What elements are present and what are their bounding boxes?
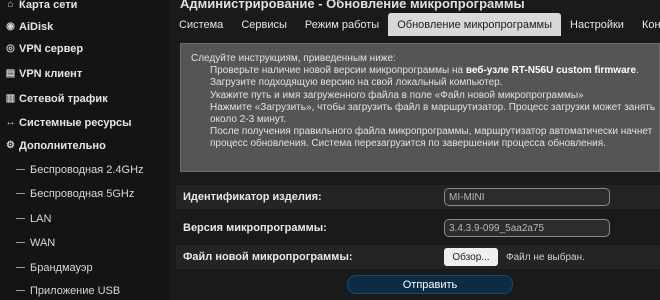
firmware-version-label: Версия микропрограммы: xyxy=(183,222,327,234)
product-id-row: Идентификатор изделия: MI-MINI xyxy=(176,185,660,209)
traffic-icon: ▥ xyxy=(5,93,16,104)
browse-button[interactable]: Обзор... xyxy=(444,248,498,266)
instruction-step: Загрузите подходящую версию на свой лока… xyxy=(210,77,503,89)
instruction-step: Проверьте наличие новой версии микропрог… xyxy=(191,65,649,77)
tab-settings[interactable]: Настройки xyxy=(561,13,633,36)
product-id-label: Идентификатор изделия: xyxy=(183,191,322,203)
page-title: Администрирование - Обновление микропрог… xyxy=(180,0,525,11)
sidebar-subitem-label: Брандмауэр xyxy=(30,261,93,274)
tab-bar: Система Сервисы Режим работы Обновление … xyxy=(170,13,660,36)
instruction-step-continued: процесс обновления. Система перезагрузит… xyxy=(210,138,606,150)
sidebar-item-label: VPN клиент xyxy=(19,67,83,80)
sidebar-item-advanced[interactable]: ⚙ Дополнительно xyxy=(0,133,170,158)
gear-icon: ⚙ xyxy=(6,140,15,151)
firmware-version-row: Версия микропрограммы: 3.4.3.9-099_5aa2a… xyxy=(176,216,660,240)
sidebar-subitem-label: Беспроводная 2.4GHz xyxy=(30,163,144,176)
sidebar-item-resources[interactable]: ↔ Системные ресурсы xyxy=(0,110,170,135)
instruction-text: . xyxy=(636,65,639,77)
sidebar-subitem-label: Приложение USB xyxy=(30,284,121,297)
globe-icon: ◎ xyxy=(6,43,15,54)
sidebar-item-vpn-client[interactable]: ▤ VPN клиент xyxy=(0,61,170,86)
main-panel: Администрирование - Обновление микропрог… xyxy=(170,0,660,300)
dash-marker xyxy=(16,290,25,291)
tab-services[interactable]: Сервисы xyxy=(232,13,296,36)
dash-marker xyxy=(16,193,25,194)
dash-marker xyxy=(16,267,25,268)
resources-icon: ↔ xyxy=(5,117,16,128)
instruction-text: Проверьте наличие новой версии микропрог… xyxy=(210,65,464,77)
sidebar-subitem-usb-app[interactable]: Приложение USB xyxy=(16,278,166,300)
instruction-step: После получения правильного файла микроп… xyxy=(210,126,653,138)
dash-marker xyxy=(16,169,25,170)
submit-button[interactable]: Отправить xyxy=(347,275,513,294)
tab-system[interactable]: Система xyxy=(170,13,232,36)
instruction-step: Укажите путь и имя загруженного файла в … xyxy=(210,89,584,101)
sidebar-subitem-firewall[interactable]: Брандмауэр xyxy=(16,255,166,280)
tab-operation-mode[interactable]: Режим работы xyxy=(296,13,388,36)
sidebar-item-traffic[interactable]: ▥ Сетевой трафик xyxy=(0,86,170,111)
sidebar-item-label: VPN сервер xyxy=(19,42,84,55)
sidebar-subitem-wireless-24[interactable]: Беспроводная 2.4GHz xyxy=(16,157,166,182)
sidebar-subitem-lan[interactable]: LAN xyxy=(16,206,166,231)
sidebar-subitem-wireless-5[interactable]: Беспроводная 5GHz xyxy=(16,181,166,206)
instruction-step-continued: около 2-3 минут. xyxy=(210,114,287,126)
new-firmware-row: Файл новой микропрограммы: Обзор... Файл… xyxy=(176,245,660,269)
sidebar-subitem-label: LAN xyxy=(30,212,52,225)
tab-firmware-update[interactable]: Обновление микропрограммы xyxy=(388,13,562,36)
dash-marker xyxy=(16,218,25,219)
dash-marker xyxy=(16,242,25,243)
sidebar-item-label: Карта сети xyxy=(19,0,78,11)
product-id-field[interactable]: MI-MINI xyxy=(444,188,610,206)
sidebar-item-label: AiDisk xyxy=(19,20,54,33)
sidebar-item-vpn-server[interactable]: ◎ VPN сервер xyxy=(0,36,170,61)
instructions-intro: Следуйте инструкциям, приведенным ниже: xyxy=(191,53,396,64)
firmware-version-field[interactable]: 3.4.3.9-099_5aa2a75 xyxy=(444,219,610,237)
file-status-text: Файл не выбран. xyxy=(506,251,585,263)
new-firmware-label: Файл новой микропрограммы: xyxy=(183,251,353,263)
network-map-icon: ⌂ xyxy=(7,0,14,10)
sidebar-item-label: Сетевой трафик xyxy=(19,92,108,105)
sidebar-item-label: Системные ресурсы xyxy=(19,116,132,129)
sidebar-subitem-label: WAN xyxy=(30,236,56,249)
instruction-step: Нажмите «Загрузить», чтобы загрузить фай… xyxy=(210,101,656,113)
instructions-box: Следуйте инструкциям, приведенным ниже: … xyxy=(180,43,660,172)
sidebar: ⌂ Карта сети ◉ AiDisk ◎ VPN сервер ▤ VPN кли… xyxy=(0,0,170,300)
firmware-site-link[interactable]: веб-узле RT-N56U custom firmware xyxy=(466,65,636,76)
disk-icon: ◉ xyxy=(6,21,15,32)
tab-console[interactable]: Консоль xyxy=(633,13,660,36)
sidebar-subitem-wan[interactable]: WAN xyxy=(16,230,166,255)
vpn-client-icon: ▤ xyxy=(5,68,16,79)
sidebar-item-label: Дополнительно xyxy=(19,139,106,152)
sidebar-subitem-label: Беспроводная 5GHz xyxy=(30,187,135,200)
